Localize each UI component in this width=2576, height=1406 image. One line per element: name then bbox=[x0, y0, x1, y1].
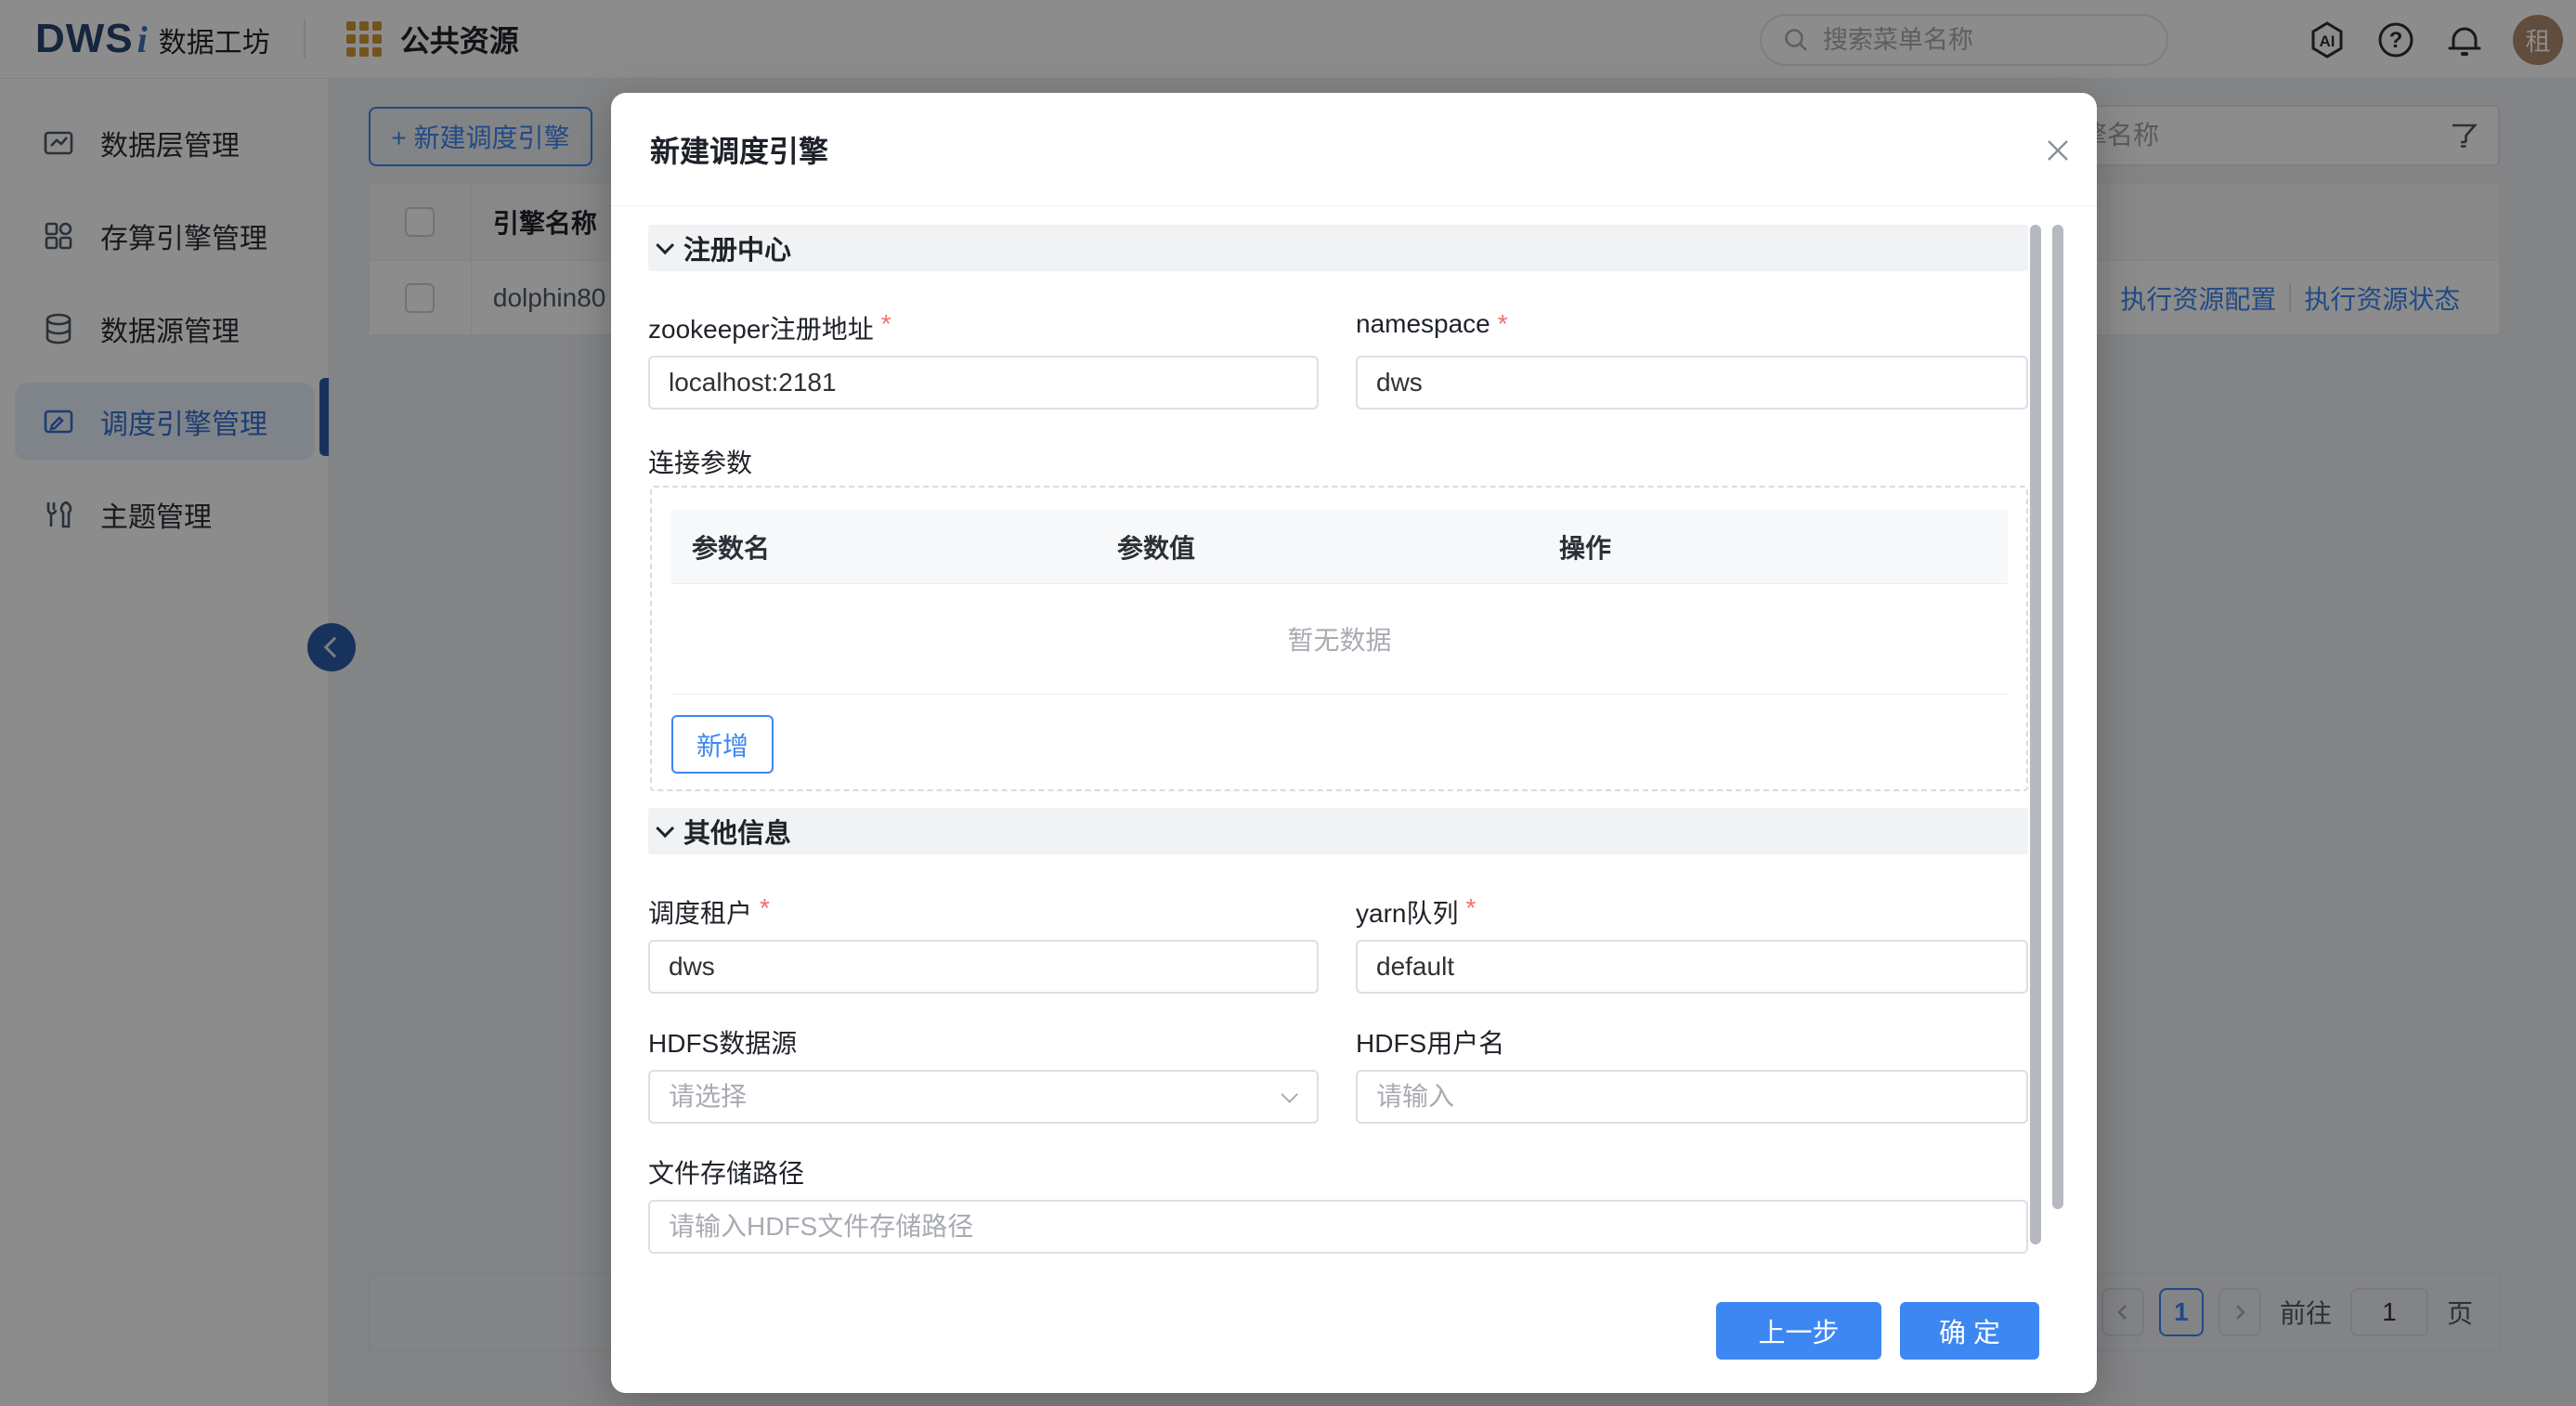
param-table-empty-text: 暂无数据 bbox=[671, 584, 2008, 695]
dialog-body: 注册中心 zookeeper注册地址 * namespace * 连接参数 bbox=[611, 206, 2097, 1282]
section-registry-label: 注册中心 bbox=[683, 236, 792, 266]
namespace-label: namespace bbox=[1356, 309, 1490, 338]
confirm-button[interactable]: 确 定 bbox=[1900, 1302, 2039, 1360]
chevron-down-icon bbox=[656, 236, 675, 255]
zookeeper-label: zookeeper注册地址 bbox=[648, 315, 874, 344]
param-action-column: 操作 bbox=[1559, 533, 1612, 563]
tenant-label: 调度租户 bbox=[648, 899, 753, 928]
hdfs-datasource-select[interactable] bbox=[648, 1070, 1319, 1124]
yarn-queue-field[interactable] bbox=[1356, 940, 2028, 994]
create-scheduler-engine-dialog: 新建调度引擎 注册中心 zookeeper注册地址 * namespace * bbox=[611, 93, 2097, 1393]
section-other-info-label: 其他信息 bbox=[683, 819, 792, 849]
close-icon[interactable] bbox=[2037, 130, 2078, 171]
tenant-input[interactable] bbox=[669, 952, 1298, 982]
yarn-queue-label: yarn队列 bbox=[1356, 899, 1459, 928]
dialog-footer: 上一步 确 定 bbox=[611, 1282, 2097, 1393]
yarn-queue-input[interactable] bbox=[1376, 952, 2008, 982]
add-param-button[interactable]: 新增 bbox=[671, 715, 774, 774]
tenant-label-row: 调度租户 * bbox=[648, 893, 770, 931]
conn-params-label: 连接参数 bbox=[648, 449, 753, 477]
namespace-label-row: namespace * bbox=[1356, 309, 1508, 339]
yarn-queue-label-row: yarn队列 * bbox=[1356, 893, 1476, 931]
dialog-title: 新建调度引擎 bbox=[650, 134, 829, 168]
storage-path-field[interactable] bbox=[648, 1200, 2028, 1254]
hdfs-user-input[interactable] bbox=[1376, 1082, 2008, 1112]
dialog-scrollbar[interactable] bbox=[2052, 225, 2063, 1209]
required-mark: * bbox=[1465, 893, 1477, 922]
previous-step-button[interactable]: 上一步 bbox=[1716, 1302, 1881, 1360]
section-registry[interactable]: 注册中心 bbox=[648, 225, 2028, 271]
required-mark: * bbox=[760, 893, 770, 922]
zookeeper-input[interactable] bbox=[669, 368, 1298, 397]
param-value-column: 参数值 bbox=[1117, 533, 1196, 563]
conn-params-panel: 参数名 参数值 操作 暂无数据 新增 bbox=[650, 486, 2028, 791]
param-table-header: 参数名 参数值 操作 bbox=[671, 510, 2008, 584]
zookeeper-label-row: zookeeper注册地址 * bbox=[648, 309, 891, 346]
hdfs-datasource-select-input[interactable] bbox=[669, 1082, 1286, 1112]
storage-path-input[interactable] bbox=[669, 1212, 2008, 1242]
section-other-info[interactable]: 其他信息 bbox=[648, 808, 2028, 854]
hdfs-user-label: HDFS用户名 bbox=[1356, 1029, 1505, 1058]
namespace-field[interactable] bbox=[1356, 356, 2028, 410]
dialog-header: 新建调度引擎 bbox=[611, 93, 2097, 206]
tenant-field[interactable] bbox=[648, 940, 1319, 994]
param-name-column: 参数名 bbox=[692, 533, 771, 563]
hdfs-user-field[interactable] bbox=[1356, 1070, 2028, 1124]
hdfs-datasource-label: HDFS数据源 bbox=[648, 1029, 798, 1058]
chevron-down-icon bbox=[656, 819, 675, 839]
required-mark: * bbox=[1497, 309, 1508, 338]
screen: DWS i 数据工坊 公共资源 AI ? bbox=[0, 0, 2576, 1406]
required-mark: * bbox=[880, 309, 891, 338]
zookeeper-field[interactable] bbox=[648, 356, 1319, 410]
storage-path-label: 文件存储路径 bbox=[648, 1159, 805, 1188]
inner-scrollbar[interactable] bbox=[2030, 225, 2041, 1244]
namespace-input[interactable] bbox=[1376, 368, 2008, 397]
